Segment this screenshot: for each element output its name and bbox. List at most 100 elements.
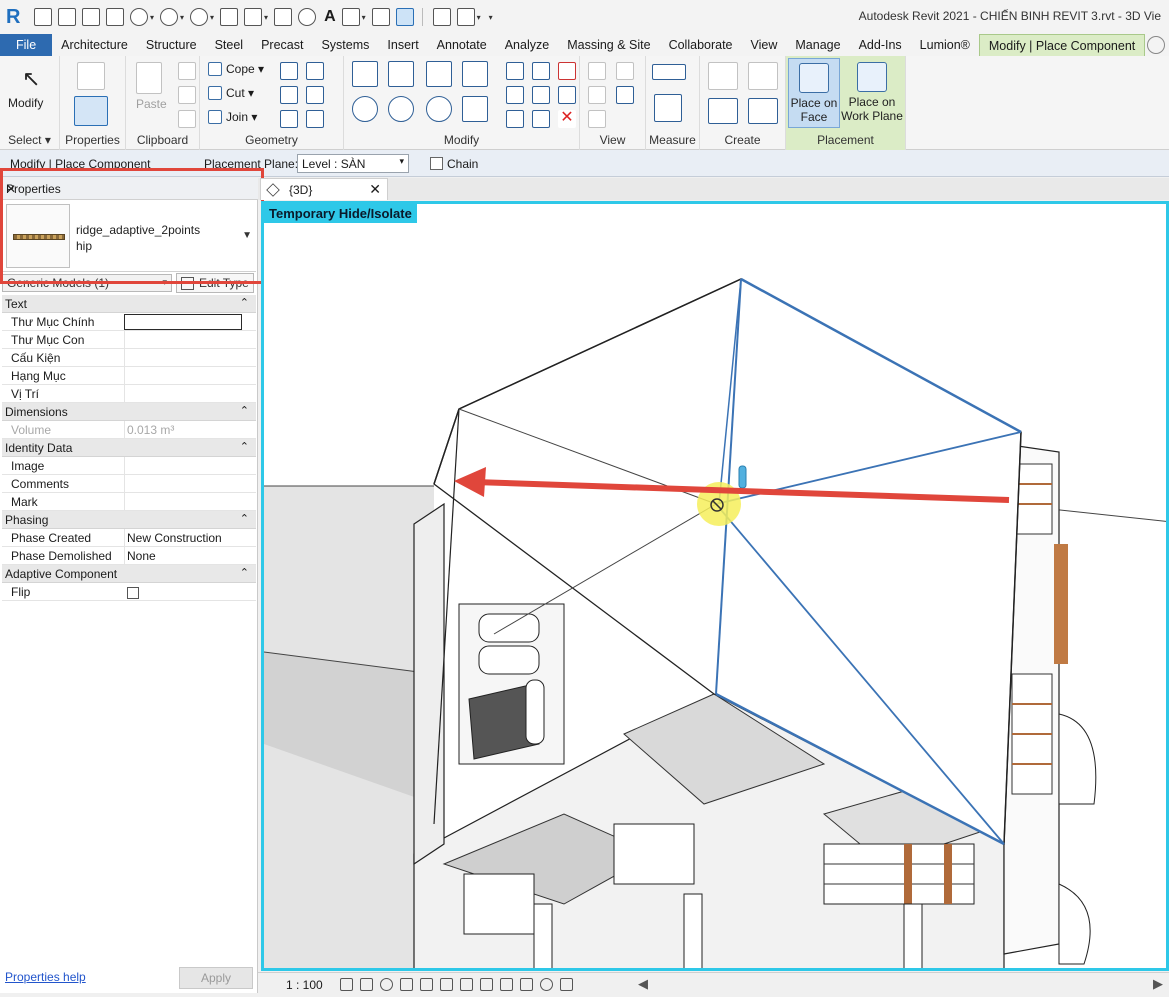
aligned-dim-icon[interactable] — [654, 94, 682, 122]
trim-extend-icon[interactable] — [462, 96, 488, 122]
collapse-icon[interactable]: ⌃ — [240, 566, 249, 579]
analytical-model-icon[interactable] — [560, 978, 573, 991]
flip-checkbox[interactable] — [127, 587, 139, 599]
group-dimensions[interactable]: Dimensions ⌃ — [2, 403, 256, 421]
tab-steel[interactable]: Steel — [206, 34, 253, 56]
copy-element-icon[interactable] — [388, 96, 414, 122]
place-on-work-plane-button[interactable]: Place on Work Plane — [840, 58, 904, 128]
remove-paint-icon[interactable] — [306, 110, 324, 128]
print-icon[interactable] — [220, 8, 239, 26]
trim-multiple-icon[interactable] — [532, 110, 550, 128]
collapse-icon[interactable]: ⌃ — [240, 404, 249, 417]
tab-lumion[interactable]: Lumion® — [911, 34, 979, 56]
properties-panel-label[interactable]: Properties — [60, 133, 125, 147]
3d-view-canvas[interactable]: Temporary Hide/Isolate — [261, 201, 1169, 971]
property-value-input[interactable] — [124, 367, 242, 385]
view-filter-icon[interactable] — [588, 110, 606, 128]
group-text[interactable]: Text ⌃ — [2, 295, 256, 313]
pin-icon[interactable] — [558, 86, 576, 104]
override-graphics-icon[interactable] — [616, 62, 634, 80]
tab-massing-site[interactable]: Massing & Site — [558, 34, 659, 56]
phase-demolished-value[interactable]: None — [124, 547, 242, 565]
property-value-input[interactable] — [124, 493, 242, 511]
temporary-view-properties-icon[interactable] — [520, 978, 533, 991]
tab-manage[interactable]: Manage — [786, 34, 849, 56]
modify-button[interactable]: Modify — [8, 96, 43, 110]
unlocked-3d-view-icon[interactable] — [460, 978, 473, 991]
linework-icon[interactable] — [588, 86, 606, 104]
property-value-input[interactable] — [124, 314, 242, 330]
aligned-dimension-icon[interactable] — [274, 8, 293, 26]
thin-lines-toggle-icon[interactable] — [616, 86, 634, 104]
crop-view-icon[interactable] — [420, 978, 433, 991]
copy-icon[interactable] — [178, 86, 196, 104]
detail-level-icon[interactable] — [340, 978, 353, 991]
measure-between-refs-icon[interactable] — [652, 64, 686, 80]
tab-collaborate[interactable]: Collaborate — [660, 34, 742, 56]
switch-windows-dropdown-icon[interactable]: ▾ — [477, 13, 481, 22]
revit-logo-icon[interactable]: R — [6, 6, 28, 28]
group-adaptive-component[interactable]: Adaptive Component ⌃ — [2, 565, 256, 583]
cut-profile-icon[interactable] — [306, 86, 324, 104]
scroll-right-arrow-icon[interactable]: ▶ — [1153, 976, 1163, 992]
tab-architecture[interactable]: Architecture — [52, 34, 137, 56]
collapse-icon[interactable]: ⌃ — [240, 296, 249, 309]
new-file-icon[interactable] — [58, 8, 76, 26]
type-selector[interactable]: ridge_adaptive_2points hip ▼ — [2, 200, 256, 272]
close-icon[interactable]: ✕ — [6, 182, 251, 196]
rotate-icon[interactable] — [426, 96, 452, 122]
delete-icon[interactable]: ✕ — [558, 110, 576, 128]
property-value-input[interactable] — [124, 349, 242, 367]
chevron-down-icon[interactable]: ▼ — [242, 230, 252, 241]
reveal-hidden-elements-icon[interactable] — [500, 978, 513, 991]
properties-palette-icon[interactable] — [74, 96, 108, 126]
apply-button[interactable]: Apply — [179, 967, 253, 989]
measure-icon[interactable] — [244, 8, 263, 26]
tab-analyze[interactable]: Analyze — [496, 34, 558, 56]
visual-style-icon[interactable] — [360, 978, 373, 991]
phase-created-value[interactable]: New Construction — [124, 529, 242, 547]
place-on-face-button[interactable]: Place on Face — [788, 58, 840, 128]
instance-filter-select[interactable]: Generic Models (1) ▾ — [2, 274, 172, 292]
hide-in-view-icon[interactable] — [588, 62, 606, 80]
sync-dropdown-icon[interactable]: ▾ — [150, 13, 154, 22]
default-3d-view-icon[interactable] — [341, 8, 360, 26]
mirror-pick-axis-icon[interactable] — [426, 61, 452, 87]
show-crop-region-icon[interactable] — [440, 978, 453, 991]
measure-dropdown-icon[interactable]: ▾ — [264, 13, 268, 22]
tab-annotate[interactable]: Annotate — [428, 34, 496, 56]
property-value-input[interactable] — [124, 385, 242, 403]
3d-view-dropdown-icon[interactable]: ▾ — [362, 13, 366, 22]
collapse-icon[interactable]: ⌃ — [240, 512, 249, 525]
section-icon[interactable] — [371, 8, 390, 26]
scale-icon[interactable] — [532, 86, 550, 104]
array-icon[interactable] — [506, 86, 524, 104]
scroll-left-arrow-icon[interactable]: ◀ — [638, 976, 648, 992]
customize-qat-icon[interactable]: ▾ — [489, 13, 493, 22]
thin-lines-icon[interactable] — [395, 8, 414, 26]
trim-single-icon[interactable] — [506, 110, 524, 128]
paint-icon[interactable] — [306, 62, 324, 80]
create-assembly-icon[interactable] — [708, 98, 738, 124]
temporary-hide-isolate-icon[interactable] — [480, 978, 493, 991]
paste-icon[interactable] — [136, 62, 162, 94]
shadows-icon[interactable] — [400, 978, 413, 991]
create-similar-icon[interactable] — [748, 98, 778, 124]
unpin-icon[interactable] — [558, 62, 576, 80]
close-hidden-windows-icon[interactable] — [432, 8, 451, 26]
tab-view[interactable]: View — [742, 34, 787, 56]
property-value-input[interactable] — [124, 331, 242, 349]
switch-windows-icon[interactable] — [456, 8, 475, 26]
split-element-icon[interactable] — [506, 62, 524, 80]
create-group-icon[interactable] — [708, 62, 738, 90]
chain-checkbox[interactable] — [430, 157, 443, 170]
redo-icon[interactable] — [190, 8, 209, 26]
group-phasing[interactable]: Phasing ⌃ — [2, 511, 256, 529]
placement-plane-select[interactable]: Level : SÀN ▾ — [297, 154, 409, 173]
property-value-input[interactable] — [124, 457, 242, 475]
edit-type-button[interactable]: Edit Type — [176, 273, 254, 293]
align-icon[interactable] — [352, 61, 378, 87]
sun-path-icon[interactable] — [380, 978, 393, 991]
tab-systems[interactable]: Systems — [312, 34, 378, 56]
type-properties-icon[interactable] — [77, 62, 105, 90]
